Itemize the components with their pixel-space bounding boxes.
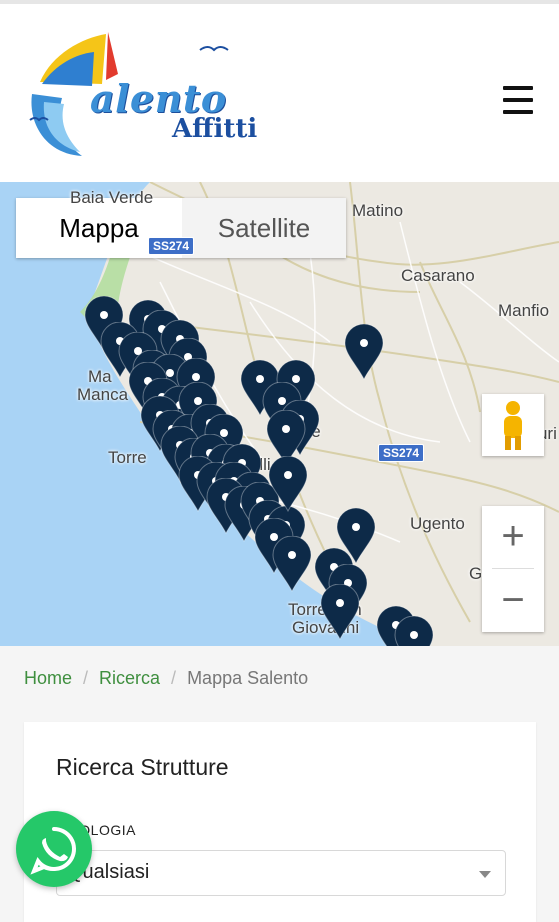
zoom-divider [492, 568, 534, 569]
zoom-out-button[interactable]: − [482, 570, 544, 630]
zoom-control: + − [482, 506, 544, 632]
map-place-label: Matino [352, 201, 404, 220]
whatsapp-icon [30, 827, 76, 875]
breadcrumb-separator: / [83, 668, 89, 688]
breadcrumb-ricerca-link[interactable]: Ricerca [99, 668, 160, 688]
map-place-label: Manfio [498, 301, 550, 320]
map-marker-pin[interactable] [394, 615, 434, 646]
search-card: Ricerca Strutture TIPOLOGIA Qualsiasi [24, 722, 536, 922]
logo-subtitle: Affitti [172, 114, 258, 144]
map-place-label: Baia Verde [70, 188, 154, 207]
zoom-in-button[interactable]: + [482, 506, 544, 566]
site-header: alento Affitti [0, 4, 559, 182]
street-view-pegman-icon[interactable] [482, 394, 544, 456]
map-place-label: Casarano [401, 266, 475, 285]
road-shield: SS274 [378, 444, 425, 462]
breadcrumb-current: Mappa Salento [187, 668, 309, 688]
menu-hamburger-icon[interactable] [500, 86, 536, 116]
map-type-satellite-button[interactable]: Satellite [182, 198, 346, 258]
map-marker-pin[interactable] [272, 535, 312, 593]
breadcrumb-home-link[interactable]: Home [24, 668, 72, 688]
map-marker-pin[interactable] [268, 455, 308, 513]
map-marker-pin[interactable] [344, 323, 384, 381]
breadcrumb-separator: / [171, 668, 177, 688]
salento-affitti-logo[interactable]: alento Affitti [22, 24, 262, 164]
tipologia-select[interactable]: Qualsiasi [56, 850, 506, 896]
map-view[interactable]: Mappa Satellite Baia Verde Matino Casara… [0, 182, 559, 646]
search-title: Ricerca Strutture [56, 754, 229, 780]
map-place-label: Ugento [410, 514, 465, 533]
whatsapp-button[interactable] [16, 811, 92, 887]
breadcrumb: Home / Ricerca / Mappa Salento [24, 668, 308, 689]
chevron-down-icon [479, 871, 491, 878]
map-marker-pin[interactable] [320, 583, 360, 641]
road-shield: SS274 [148, 237, 195, 255]
